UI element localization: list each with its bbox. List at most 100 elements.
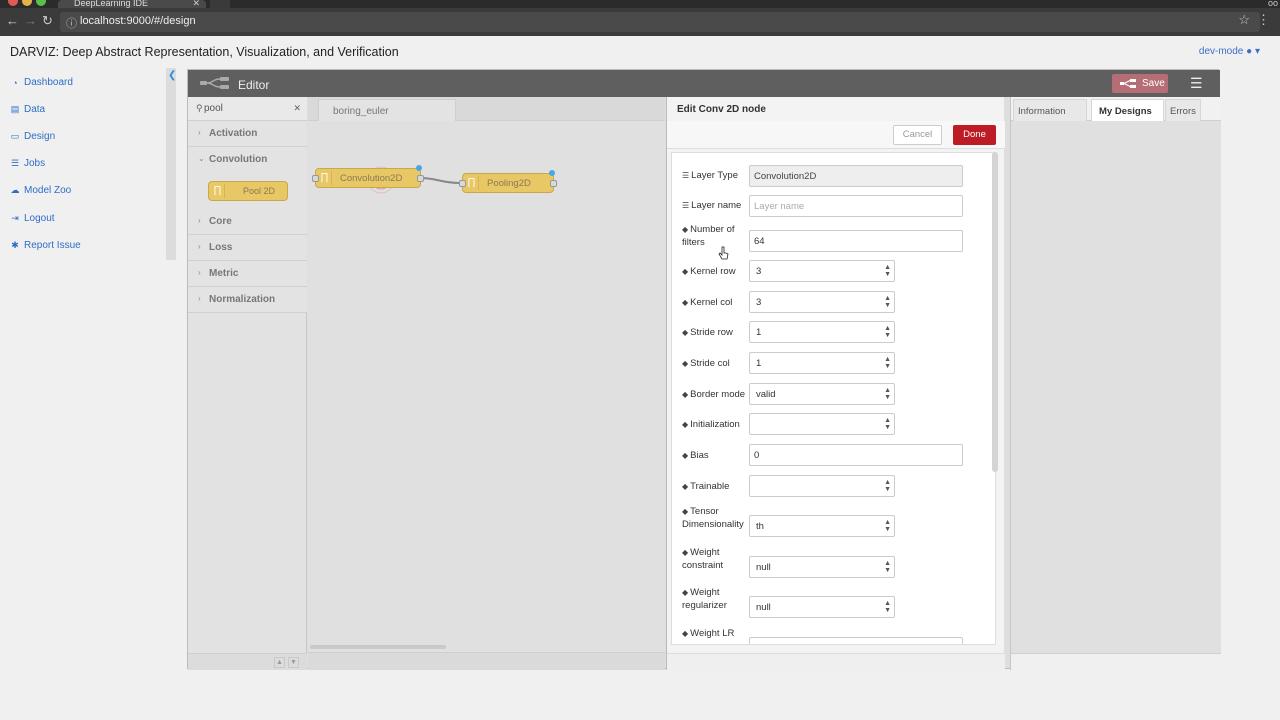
browser-tab[interactable]: DeepLearning IDE ✕ [58, 0, 206, 8]
field-label: ◆ Stride row [682, 327, 733, 338]
flow-canvas[interactable]: ∏ Convolution2D ∏ Pooling2D [308, 121, 665, 649]
palette-search[interactable]: ⚲ pool ✕ [188, 97, 307, 121]
weight-lr-input[interactable] [749, 637, 963, 644]
tag-icon: ◆ [682, 359, 689, 368]
nav-item-model-zoo[interactable]: ☁ Model Zoo [10, 185, 72, 196]
nav-item-jobs[interactable]: ☰ Jobs [10, 158, 45, 169]
palette-category-activation[interactable]: › Activation [188, 121, 307, 147]
nav-label: Data [24, 104, 46, 115]
stride-row-select[interactable]: 1 ▲ ▼ [749, 321, 895, 343]
tag-icon: ◆ [682, 507, 689, 516]
browser-menu-icon[interactable]: ⋮ [1257, 12, 1270, 28]
tab-close-icon[interactable]: ✕ [192, 0, 200, 8]
palette-node-pool-2d[interactable]: ∏ Pool 2D [208, 181, 288, 201]
select-arrows-icon: ▲ ▼ [884, 519, 891, 533]
info-icon[interactable]: ⓘ [66, 15, 77, 31]
flow-node-pooling2d[interactable]: ∏ Pooling2D [459, 170, 557, 193]
bookmark-star-icon[interactable]: ☆ [1238, 12, 1250, 28]
output-port[interactable] [417, 175, 424, 182]
nav-label: Dashboard [24, 77, 73, 88]
workspace-tab[interactable]: boring_euler [318, 99, 456, 121]
tab-errors[interactable]: Errors [1165, 99, 1201, 121]
user-name: dev-mode [1198, 46, 1244, 57]
palette-category-metric[interactable]: › Metric [188, 261, 307, 287]
nav-item-logout[interactable]: ⇥ Logout [10, 213, 55, 224]
palette-category-core[interactable]: › Core [188, 209, 307, 235]
minimize-window-icon[interactable] [22, 0, 32, 6]
hamburger-menu-icon[interactable]: ☰ [1190, 75, 1203, 92]
stride-col-select[interactable]: 1 ▲ ▼ [749, 352, 895, 374]
changed-indicator [549, 170, 555, 176]
list-icon: ☰ [682, 201, 690, 210]
save-button[interactable]: Save [1112, 74, 1168, 93]
tab-my-designs[interactable]: My Designs [1091, 99, 1164, 121]
kernel-row-select[interactable]: 3 ▲ ▼ [749, 260, 895, 282]
border-mode-select[interactable]: valid ▲ ▼ [749, 383, 895, 405]
flow-node-convolution2d[interactable]: ∏ Convolution2D [312, 165, 424, 188]
expand-all-icon[interactable]: ▼ [288, 657, 299, 668]
done-button[interactable]: Done [953, 125, 996, 145]
field-label: ◆ Stride col [682, 358, 730, 369]
tag-icon: ◆ [682, 548, 689, 557]
cancel-button[interactable]: Cancel [893, 125, 942, 145]
category-label: Metric [209, 268, 239, 279]
collapse-all-icon[interactable]: ▲ [274, 657, 285, 668]
clear-search-icon[interactable]: ✕ [293, 103, 301, 114]
nav-label: Report Issue [24, 240, 81, 251]
tab-information[interactable]: Information [1013, 99, 1087, 121]
browser-tab-strip: DeepLearning IDE ✕ oo [0, 0, 1280, 8]
app-title: DARVIZ: Deep Abstract Representation, Vi… [10, 45, 399, 59]
nav-item-design[interactable]: ▭ Design [10, 131, 55, 142]
reload-icon[interactable]: ↻ [42, 13, 53, 29]
weight-regularizer-select[interactable]: null ▲ ▼ [749, 596, 895, 618]
close-window-icon[interactable] [8, 0, 18, 6]
palette-search-input[interactable]: pool [204, 103, 223, 114]
flow-wire[interactable] [419, 177, 461, 184]
tag-icon: ◆ [682, 420, 689, 429]
palette-category-loss[interactable]: › Loss [188, 235, 307, 261]
input-port[interactable] [459, 180, 466, 187]
address-bar: ← → ↻ ⓘ localhost:9000/#/design [0, 8, 1280, 36]
number-of-filters-input[interactable]: 64 [749, 230, 963, 252]
user-icon: ● [1246, 46, 1253, 57]
input-port[interactable] [312, 175, 319, 182]
edit-node-panel: Edit Conv 2D node Cancel Done ☰ Layer Typ… [666, 97, 1005, 670]
tag-icon: ◆ [682, 267, 689, 276]
trainable-select[interactable]: ▲ ▼ [749, 475, 895, 497]
new-tab-button[interactable] [210, 0, 230, 8]
node-icon: ∏ [211, 184, 225, 198]
maximize-window-icon[interactable] [36, 0, 46, 6]
layer-name-input[interactable]: Layer name [749, 195, 963, 217]
form-scrollbar[interactable] [992, 152, 998, 472]
nav-label: Logout [24, 213, 55, 224]
nav-item-data[interactable]: ▤ Data [10, 104, 45, 115]
bias-input[interactable]: 0 [749, 444, 963, 466]
weight-constraint-select[interactable]: null ▲ ▼ [749, 556, 895, 578]
url-field[interactable]: ⓘ localhost:9000/#/design [60, 12, 1260, 32]
kernel-col-select[interactable]: 3 ▲ ▼ [749, 291, 895, 313]
forward-icon[interactable]: → [24, 13, 37, 28]
nav-scrollbar[interactable] [166, 68, 176, 260]
tag-icon: ◆ [682, 298, 689, 307]
user-menu[interactable]: dev-mode ● ▾ [1199, 46, 1260, 57]
tag-icon: ◆ [682, 225, 689, 234]
nav-item-report-issue[interactable]: ✱ Report Issue [10, 240, 81, 251]
tab-title: DeepLearning IDE [74, 0, 149, 8]
field-label: ◆ Initialization [682, 419, 740, 430]
select-arrows-icon: ▲ ▼ [884, 325, 891, 339]
palette-category-normalization[interactable]: › Normalization [188, 287, 307, 313]
select-arrows-icon: ▲ ▼ [884, 479, 891, 493]
initialization-select[interactable]: ▲ ▼ [749, 413, 895, 435]
node-red-logo-icon [200, 77, 229, 89]
nav-label: Design [24, 131, 56, 142]
select-arrows-icon: ▲ ▼ [884, 387, 891, 401]
select-arrows-icon: ▲ ▼ [884, 295, 891, 309]
output-port[interactable] [550, 180, 557, 187]
tensor-dimensionality-select[interactable]: th ▲ ▼ [749, 515, 895, 537]
nav-item-dashboard[interactable]: ◔ Dashboard [10, 77, 73, 88]
back-icon[interactable]: ← [6, 13, 19, 28]
horizontal-scrollbar[interactable] [310, 645, 446, 649]
logout-icon: ⇥ [11, 213, 19, 223]
collapse-nav-icon[interactable]: ❮ [168, 70, 176, 81]
field-label: ◆ Kernel row [682, 266, 736, 277]
